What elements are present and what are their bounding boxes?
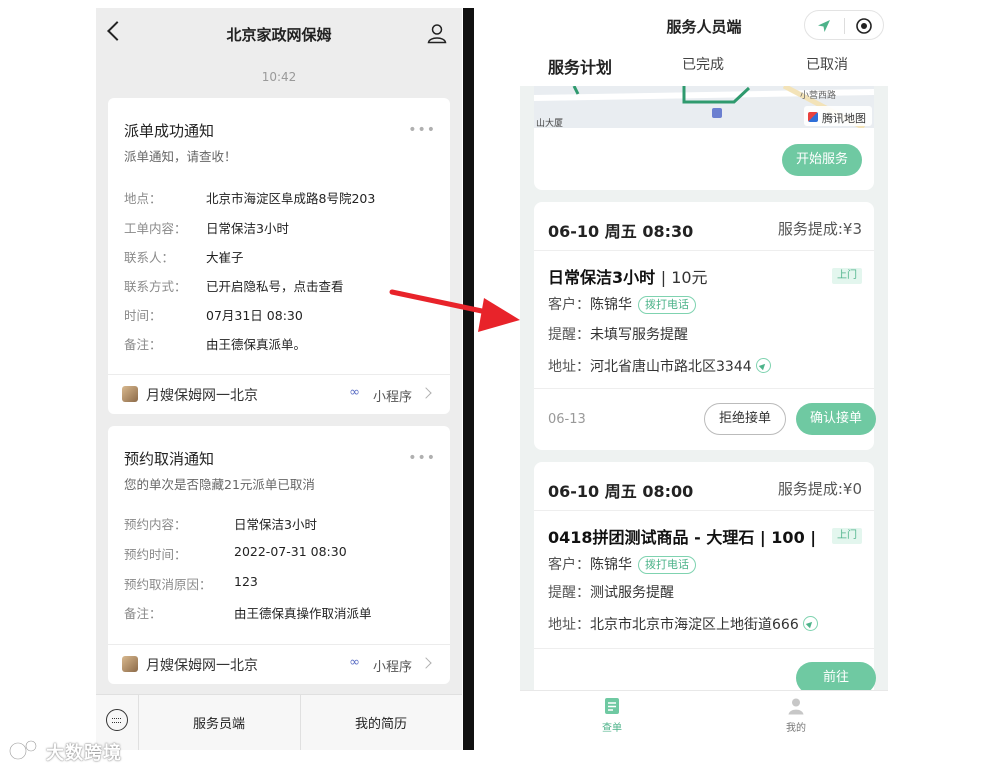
address-row: 地址：河北省唐山市路北区3344 bbox=[548, 356, 771, 376]
order-card: 06-10 周五 08:30 服务提成:¥3 日常保洁3小时 | 10元 上门 … bbox=[534, 202, 876, 450]
order-icon bbox=[605, 698, 619, 714]
product-name: 日常保洁3小时 | 10元 bbox=[548, 268, 708, 287]
wechat-chat-screen: 北京家政网保姆 10:42 派单成功通知 派单通知，请查收！ ••• 地点： 北京… bbox=[96, 8, 462, 750]
tab-cancelled[interactable]: 已取消 bbox=[806, 54, 848, 74]
chat-title: 北京家政网保姆 bbox=[226, 26, 332, 44]
more-icon[interactable]: ••• bbox=[408, 122, 436, 138]
card-subtitle: 您的单次是否隐藏21元派单已取消 bbox=[124, 477, 315, 492]
mini-program-footer[interactable]: 月嫂保姆网一北京 ∞ 小程序 bbox=[108, 376, 450, 412]
nav-orders[interactable]: 查单 bbox=[582, 697, 642, 734]
mini-program-link-icon: ∞ bbox=[349, 385, 360, 400]
call-button[interactable]: 拨打电话 bbox=[638, 296, 696, 314]
reminder-row: 提醒：测试服务提醒 bbox=[548, 585, 674, 601]
watermark-text: 大数跨境 bbox=[46, 743, 122, 764]
panel-divider bbox=[463, 8, 474, 750]
divider bbox=[108, 374, 450, 375]
reject-order-button[interactable]: 拒绝接单 bbox=[704, 403, 786, 435]
map-card: 小营西路 山大厦 腾讯地图 开始服务 bbox=[534, 86, 874, 190]
mini-program-footer[interactable]: 月嫂保姆网一北京 ∞ 小程序 bbox=[108, 646, 450, 682]
map-provider-label: 腾讯地图 bbox=[822, 112, 866, 125]
red-arrow-annotation bbox=[389, 289, 520, 332]
capsule-menu bbox=[804, 10, 884, 40]
card-subtitle: 派单通知，请查收！ bbox=[124, 149, 237, 164]
more-icon[interactable]: ••• bbox=[408, 450, 436, 466]
chat-header: 北京家政网保姆 bbox=[96, 8, 462, 60]
watermark-logo-icon bbox=[8, 739, 43, 761]
customer-row: 客户：陈锦华 拨打电话 bbox=[548, 294, 696, 314]
message-time: 10:42 bbox=[261, 70, 297, 84]
call-button[interactable]: 拨打电话 bbox=[638, 556, 696, 574]
mini-program-link-icon: ∞ bbox=[349, 655, 360, 670]
map-place-label: 山大厦 bbox=[536, 119, 564, 129]
divider bbox=[534, 510, 874, 511]
profile-icon bbox=[788, 698, 804, 715]
tab-service-plan[interactable]: 服务计划 bbox=[548, 54, 612, 78]
cancel-notification-card[interactable]: 预约取消通知 您的单次是否隐藏21元派单已取消 ••• 预约内容： 日常保洁3小时… bbox=[108, 426, 450, 684]
map-provider-logo-icon bbox=[808, 112, 818, 122]
divider bbox=[844, 18, 845, 34]
user-profile-icon[interactable] bbox=[426, 22, 448, 44]
menu-staff-side[interactable]: 服务员端 bbox=[138, 713, 300, 732]
service-type-badge: 上门 bbox=[832, 268, 862, 284]
order-commission: 服务提成:¥0 bbox=[777, 480, 862, 498]
chevron-right-icon bbox=[420, 387, 432, 399]
divider bbox=[534, 250, 874, 251]
mini-program-label: 小程序 bbox=[372, 390, 412, 405]
card-title: 预约取消通知 bbox=[124, 450, 215, 468]
order-card: 06-10 周五 08:00 服务提成:¥0 0418拼团测试商品 - 大理石 … bbox=[534, 462, 876, 690]
service-type-badge: 上门 bbox=[832, 528, 862, 544]
divider bbox=[108, 644, 450, 645]
order-commission: 服务提成:¥3 bbox=[777, 220, 862, 238]
watermark: 大数跨境 bbox=[8, 737, 148, 764]
tab-completed[interactable]: 已完成 bbox=[682, 54, 724, 74]
address-row: 地址：北京市北京市海淀区上地街道666 bbox=[548, 614, 818, 634]
order-list: 小营西路 山大厦 腾讯地图 开始服务 06-10 周五 08:30 服务提成:¥… bbox=[520, 86, 888, 690]
mini-program-name: 月嫂保姆网一北京 bbox=[146, 658, 258, 674]
nav-profile[interactable]: 我的 bbox=[766, 697, 826, 734]
app-header: 服务人员端 服务计划 已完成 已取消 bbox=[520, 0, 888, 86]
order-datetime: 06-10 周五 08:30 bbox=[548, 222, 694, 241]
service-app-screen: 服务人员端 服务计划 已完成 已取消 小营西路 山大厦 腾讯地图 开始服务 06… bbox=[520, 0, 888, 768]
mini-program-label: 小程序 bbox=[372, 660, 412, 675]
location-arrow-icon[interactable] bbox=[816, 18, 832, 34]
mini-program-logo-icon bbox=[122, 386, 138, 402]
divider bbox=[534, 388, 874, 389]
mini-program-name: 月嫂保姆网一北京 bbox=[146, 388, 258, 404]
bottom-nav: 查单 我的 bbox=[520, 690, 888, 768]
order-date: 06-13 bbox=[548, 412, 586, 427]
dispatch-notification-card[interactable]: 派单成功通知 派单通知，请查收！ ••• 地点： 北京市海淀区阜成路8号院203 … bbox=[108, 98, 450, 414]
reminder-row: 提醒：未填写服务提醒 bbox=[548, 327, 688, 343]
mini-program-logo-icon bbox=[122, 656, 138, 672]
start-service-button[interactable]: 开始服务 bbox=[782, 144, 862, 176]
divider bbox=[534, 648, 874, 649]
navigate-icon[interactable] bbox=[802, 616, 818, 631]
order-datetime: 06-10 周五 08:00 bbox=[548, 482, 694, 501]
nav-label: 查单 bbox=[602, 723, 622, 734]
customer-row: 客户：陈锦华 拨打电话 bbox=[548, 554, 696, 574]
go-button[interactable]: 前往 bbox=[796, 662, 876, 690]
record-close-icon[interactable] bbox=[855, 17, 873, 35]
menu-my-resume[interactable]: 我的简历 bbox=[300, 713, 462, 732]
product-name: 0418拼团测试商品 - 大理石 | 100 | bbox=[548, 528, 817, 547]
chat-bottom-menu: 服务员端 我的简历 bbox=[96, 694, 462, 750]
confirm-order-button[interactable]: 确认接单 bbox=[796, 403, 876, 435]
nav-label: 我的 bbox=[786, 723, 806, 734]
card-title: 派单成功通知 bbox=[124, 122, 215, 140]
map-road-label: 小营西路 bbox=[800, 91, 837, 101]
keyboard-icon[interactable] bbox=[106, 709, 128, 731]
chevron-right-icon bbox=[420, 657, 432, 669]
navigate-icon[interactable] bbox=[755, 358, 771, 373]
